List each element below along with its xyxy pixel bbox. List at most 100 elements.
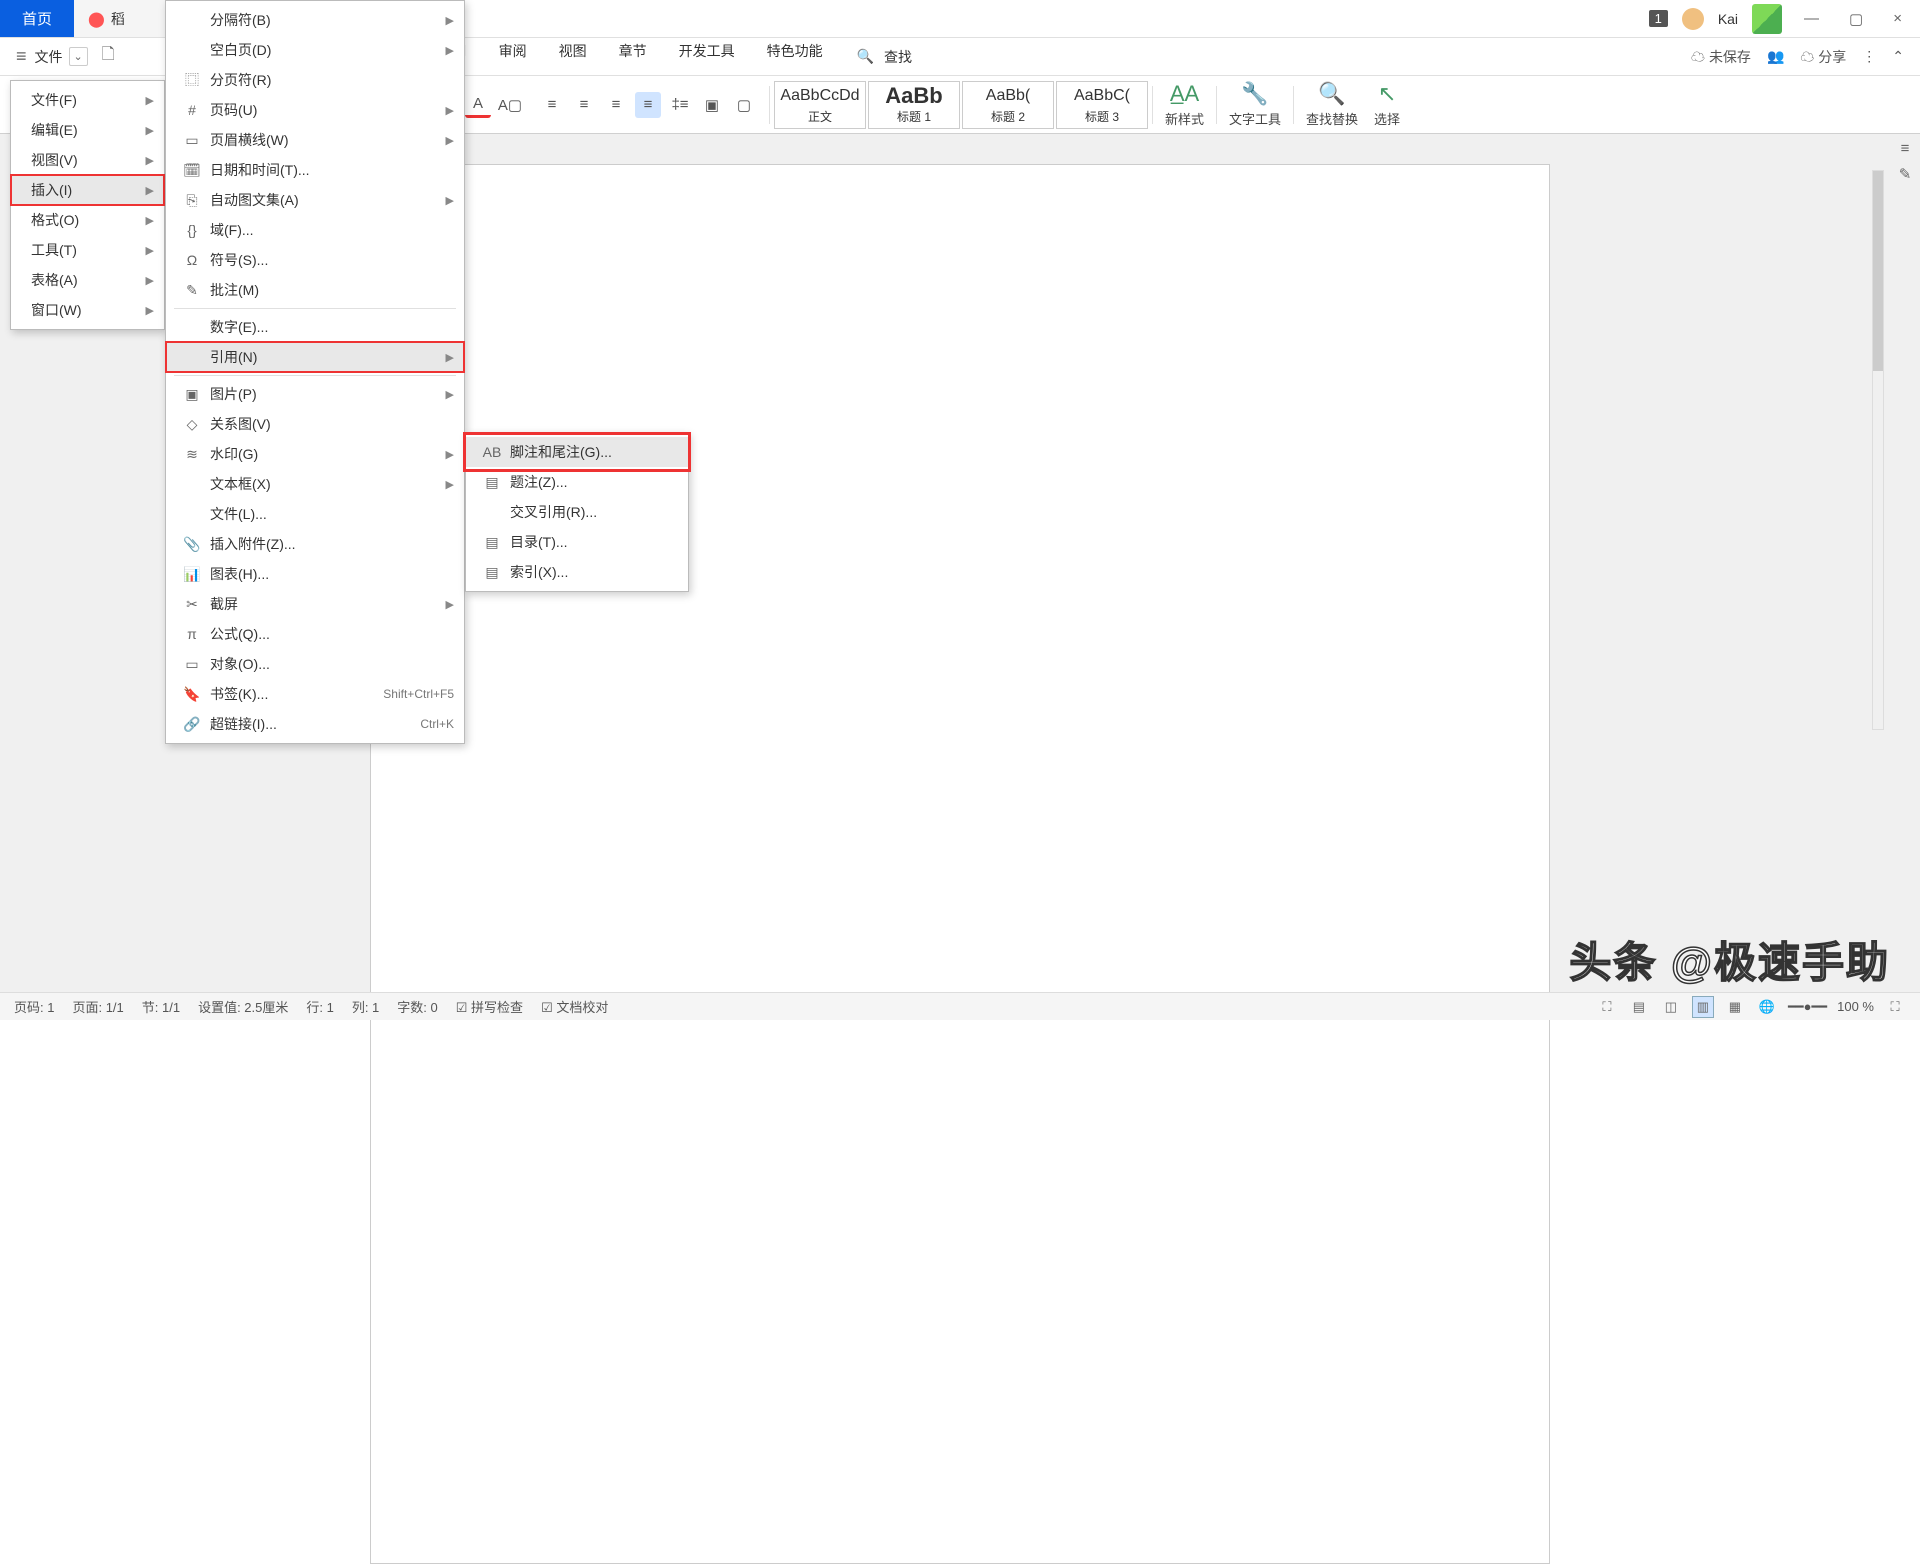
menu-item[interactable]: ▭页眉横线(W)▶	[166, 125, 464, 155]
menu-item[interactable]: ▭对象(O)...	[166, 649, 464, 679]
menu-item[interactable]: ▤索引(X)...	[466, 557, 688, 587]
print-view-icon[interactable]: ▥	[1692, 996, 1714, 1018]
line-spacing-icon[interactable]: ‡≡	[667, 92, 693, 118]
watermark-text: 头条 @极速手助	[1569, 929, 1890, 990]
zoom-level[interactable]: 100 %	[1837, 999, 1874, 1014]
menu-item[interactable]: 表格(A)▶	[11, 265, 164, 295]
menu-item[interactable]: 🔖书签(K)...Shift+Ctrl+F5	[166, 679, 464, 709]
menu-item[interactable]: ⿴分页符(R)	[166, 65, 464, 95]
proof-read[interactable]: ☑ 文档校对	[541, 997, 608, 1016]
style-gallery[interactable]: AaBbCcDd正文 AaBb标题 1 AaBb(标题 2 AaBbC(标题 3	[774, 81, 1148, 129]
borders-icon[interactable]: ▢	[731, 92, 757, 118]
close-button[interactable]: ×	[1885, 6, 1910, 31]
pencil-icon[interactable]: ✎	[1899, 165, 1912, 183]
status-row[interactable]: 行: 1	[306, 997, 333, 1016]
status-setval[interactable]: 设置值: 2.5厘米	[198, 997, 288, 1016]
kebab-icon[interactable]: ⋮	[1862, 48, 1876, 65]
menu-item[interactable]: Ω符号(S)...	[166, 245, 464, 275]
menu-item[interactable]: #页码(U)▶	[166, 95, 464, 125]
collapse-ribbon-icon[interactable]: ⌃	[1892, 48, 1904, 65]
menu-item[interactable]: ⎘自动图文集(A)▶	[166, 185, 464, 215]
menu-item[interactable]: π公式(Q)...	[166, 619, 464, 649]
menu-item[interactable]: 🔗超链接(I)...Ctrl+K	[166, 709, 464, 739]
menu-item[interactable]: 📎插入附件(Z)...	[166, 529, 464, 559]
align-justify-icon[interactable]: ≡	[635, 92, 661, 118]
share-button[interactable]: ☁ 分享	[1800, 47, 1846, 67]
fullscreen-icon[interactable]: ⛶	[1596, 996, 1618, 1018]
menu-item[interactable]: 文件(F)▶	[11, 85, 164, 115]
menu-item[interactable]: 窗口(W)▶	[11, 295, 164, 325]
side-icon[interactable]: ≡	[1901, 140, 1910, 157]
spell-check[interactable]: ☑ 拼写检查	[456, 997, 523, 1016]
menu-item[interactable]: 编辑(E)▶	[11, 115, 164, 145]
menu-item[interactable]: 📊图表(H)...	[166, 559, 464, 589]
menu-item[interactable]: {}域(F)...	[166, 215, 464, 245]
ribbon-tab[interactable]: 开发工具	[677, 35, 737, 79]
text-tools-button[interactable]: 🔧文字工具	[1221, 81, 1289, 128]
menu-item[interactable]: 分隔符(B)▶	[166, 5, 464, 35]
menu-item[interactable]: 引用(N)▶	[166, 342, 464, 372]
style-heading1[interactable]: AaBb标题 1	[868, 81, 960, 129]
vertical-scrollbar[interactable]	[1872, 170, 1884, 730]
status-page-num[interactable]: 页码: 1	[14, 997, 54, 1016]
home-tab[interactable]: 首页	[0, 0, 74, 37]
font-color2-icon[interactable]: A	[465, 92, 491, 118]
read-view-icon[interactable]: ▤	[1628, 996, 1650, 1018]
shading-icon[interactable]: ▣	[699, 92, 725, 118]
document-page[interactable]	[370, 164, 1550, 1564]
menu-item[interactable]: 文本框(X)▶	[166, 469, 464, 499]
find-replace-button[interactable]: 🔍查找替换	[1298, 81, 1366, 128]
ribbon-tab[interactable]: 特色功能	[765, 35, 825, 79]
menu-label: 日期和时间(T)...	[210, 160, 454, 180]
menu-item[interactable]: 🗓日期和时间(T)...	[166, 155, 464, 185]
char-border-icon[interactable]: A▢	[497, 92, 523, 118]
fit-icon[interactable]: ⛶	[1884, 996, 1906, 1018]
search-button[interactable]: 🔍 查找	[853, 35, 916, 79]
menu-item[interactable]: 数字(E)...	[166, 312, 464, 342]
select-button[interactable]: ↖选择	[1366, 81, 1408, 128]
minimize-button[interactable]: —	[1796, 6, 1827, 31]
align-left-icon[interactable]: ≡	[539, 92, 565, 118]
menu-item[interactable]: ▤题注(Z)...	[466, 467, 688, 497]
hamburger-icon[interactable]: ≡	[16, 46, 27, 67]
notification-badge[interactable]: 1	[1649, 10, 1668, 27]
menu-item[interactable]: ◇关系图(V)	[166, 409, 464, 439]
zoom-slider[interactable]: ━━●━━	[1788, 999, 1827, 1015]
status-chars[interactable]: 字数: 0	[397, 997, 437, 1016]
ribbon-tab[interactable]: 视图	[557, 35, 589, 79]
menu-item[interactable]: ✎批注(M)	[166, 275, 464, 305]
ribbon-tab[interactable]: 章节	[617, 35, 649, 79]
status-col[interactable]: 列: 1	[352, 997, 379, 1016]
menu-item[interactable]: 交叉引用(R)...	[466, 497, 688, 527]
file-menu-button[interactable]: 文件 ⌄	[35, 47, 88, 67]
globe-icon[interactable]: 🌐	[1756, 996, 1778, 1018]
menu-item[interactable]: ≋水印(G)▶	[166, 439, 464, 469]
menu-item[interactable]: 文件(L)...	[166, 499, 464, 529]
outline-view-icon[interactable]: ◫	[1660, 996, 1682, 1018]
menu-item[interactable]: 视图(V)▶	[11, 145, 164, 175]
menu-item[interactable]: 格式(O)▶	[11, 205, 164, 235]
style-heading2[interactable]: AaBb(标题 2	[962, 81, 1054, 129]
menu-icon: Ω	[180, 252, 204, 268]
menu-item[interactable]: AB脚注和尾注(G)...	[466, 437, 688, 467]
menu-item[interactable]: 插入(I)▶	[11, 175, 164, 205]
new-style-button[interactable]: A̲A新样式	[1157, 81, 1212, 128]
menu-item[interactable]: ✂截屏▶	[166, 589, 464, 619]
avatar[interactable]	[1682, 8, 1704, 30]
align-right-icon[interactable]: ≡	[603, 92, 629, 118]
qat-icon[interactable]: 🗋	[96, 43, 121, 70]
menu-item[interactable]: 工具(T)▶	[11, 235, 164, 265]
align-center-icon[interactable]: ≡	[571, 92, 597, 118]
maximize-button[interactable]: ▢	[1841, 6, 1871, 32]
status-pages[interactable]: 页面: 1/1	[72, 997, 123, 1016]
ribbon-tab[interactable]: 审阅	[497, 35, 529, 79]
style-heading3[interactable]: AaBbC(标题 3	[1056, 81, 1148, 129]
menu-item[interactable]: ▣图片(P)▶	[166, 379, 464, 409]
menu-item[interactable]: 空白页(D)▶	[166, 35, 464, 65]
status-section[interactable]: 节: 1/1	[142, 997, 180, 1016]
menu-item[interactable]: ▤目录(T)...	[466, 527, 688, 557]
collab-icon[interactable]: 👥	[1767, 48, 1784, 65]
style-normal[interactable]: AaBbCcDd正文	[774, 81, 866, 129]
web-view-icon[interactable]: ▦	[1724, 996, 1746, 1018]
cloud-status[interactable]: ☁ 未保存	[1691, 47, 1751, 67]
